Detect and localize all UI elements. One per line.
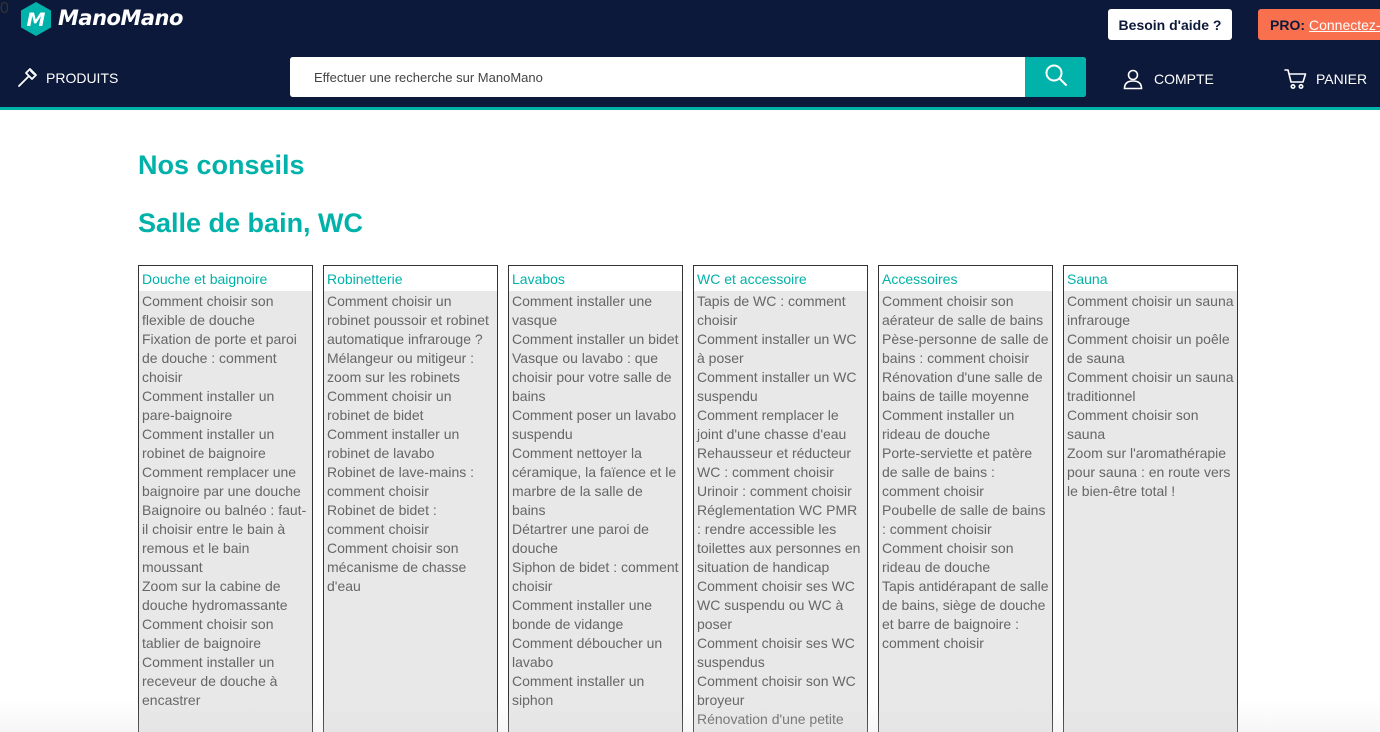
advice-link[interactable]: Tapis antidérapant de salle de bains, si… [882, 577, 1049, 653]
advice-link[interactable]: Comment installer un bidet [512, 330, 679, 349]
advice-link[interactable]: Comment choisir son sauna [1067, 406, 1234, 444]
advice-link[interactable]: Rénovation d'une salle de bains de taill… [882, 368, 1049, 406]
column-title-link[interactable]: WC et accessoire [694, 266, 867, 291]
advice-link[interactable]: Comment installer un rideau de douche [882, 406, 1049, 444]
advice-link[interactable]: Comment choisir son tablier de baignoire [142, 615, 309, 653]
manomano-logo-icon: M [18, 1, 54, 37]
advice-link[interactable]: Comment installer une vasque [512, 292, 679, 330]
column-title-link[interactable]: Sauna [1064, 266, 1237, 291]
brand-name: ManoMano [58, 6, 183, 30]
advice-link[interactable]: Tapis de WC : comment choisir [697, 292, 864, 330]
advice-link[interactable]: Robinet de bidet : comment choisir [327, 501, 494, 539]
column-title-link[interactable]: Douche et baignoire [139, 266, 312, 291]
advice-column: Douche et baignoire Comment choisir son f… [138, 265, 313, 732]
advice-link[interactable]: Comment choisir un robinet poussoir et r… [327, 292, 494, 349]
search-bar [290, 57, 1086, 97]
brand-logo[interactable]: M ManoMano [18, 0, 183, 38]
advice-list: Comment choisir son aérateur de salle de… [879, 291, 1052, 653]
pro-login-link[interactable]: Connectez-vous [1309, 17, 1380, 33]
search-input[interactable] [290, 57, 1025, 97]
column-title-link[interactable]: Lavabos [509, 266, 682, 291]
advice-link[interactable]: Comment choisir son WC broyeur [697, 672, 864, 710]
advice-link[interactable]: Mélangeur ou mitigeur : zoom sur les rob… [327, 349, 494, 387]
cart-count-badge: 0 [0, 0, 9, 17]
advice-list: Comment installer une vasque Comment inst… [509, 291, 682, 710]
advice-link[interactable]: Comment installer un pare-baignoire [142, 387, 309, 425]
advice-link[interactable]: Porte-serviette et patère de salle de ba… [882, 444, 1049, 501]
hammer-icon [16, 67, 38, 89]
advice-link[interactable]: Comment installer un WC à poser [697, 330, 864, 368]
advice-link[interactable]: Robinet de lave-mains : comment choisir [327, 463, 494, 501]
account-label: COMPTE [1154, 71, 1214, 87]
advice-column: WC et accessoire Tapis de WC : comment ch… [693, 265, 868, 732]
advice-link[interactable]: Comment installer un robinet de lavabo [327, 425, 494, 463]
top-navigation-bar: M ManoMano Besoin d'aide ? PRO: Connecte… [0, 0, 1380, 110]
section-title: Salle de bain, WC [138, 208, 364, 238]
advice-link[interactable]: Comment nettoyer la céramique, la faïenc… [512, 444, 679, 520]
pro-login-button[interactable]: PRO: Connectez-vous [1258, 9, 1380, 40]
advice-link[interactable]: Réglementation WC PMR : rendre accessibl… [697, 501, 864, 577]
advice-link[interactable]: Comment choisir un robinet de bidet [327, 387, 494, 425]
advice-list: Comment choisir son flexible de douche Fi… [139, 291, 312, 710]
account-button[interactable]: COMPTE [1122, 68, 1214, 90]
column-title-link[interactable]: Robinetterie [324, 266, 497, 291]
products-menu-button[interactable]: PRODUITS [16, 66, 118, 90]
advice-link[interactable]: Comment choisir un sauna infrarouge [1067, 292, 1234, 330]
advice-link[interactable]: Comment choisir un sauna traditionnel [1067, 368, 1234, 406]
column-title-link[interactable]: Accessoires [879, 266, 1052, 291]
advice-link[interactable]: Fixation de porte et paroi de douche : c… [142, 330, 309, 387]
advice-link[interactable]: Comment remplacer le joint d'une chasse … [697, 406, 864, 444]
advice-column: Robinetterie Comment choisir un robinet p… [323, 265, 498, 732]
advice-link[interactable]: Comment installer un receveur de douche … [142, 653, 309, 710]
user-icon [1122, 68, 1144, 90]
help-button[interactable]: Besoin d'aide ? [1108, 9, 1232, 40]
svg-text:M: M [27, 9, 46, 31]
advice-link[interactable]: Détartrer une paroi de douche [512, 520, 679, 558]
advice-column: Sauna Comment choisir un sauna infrarouge… [1063, 265, 1238, 732]
advice-link[interactable]: Rénovation d'une petite [697, 710, 864, 729]
advice-link[interactable]: Vasque ou lavabo : que choisir pour votr… [512, 349, 679, 406]
advice-link[interactable]: Rehausseur et réducteur WC : comment cho… [697, 444, 864, 482]
cart-button[interactable]: PANIER [1284, 68, 1367, 90]
advice-link[interactable]: Comment choisir ses WC suspendus [697, 634, 864, 672]
search-button[interactable] [1025, 57, 1086, 97]
advice-link[interactable]: Comment choisir un poêle de sauna [1067, 330, 1234, 368]
advice-list: Comment choisir un robinet poussoir et r… [324, 291, 497, 596]
advice-link[interactable]: Poubelle de salle de bains : comment cho… [882, 501, 1049, 539]
page-title: Nos conseils [138, 150, 305, 180]
advice-link[interactable]: Siphon de bidet : comment choisir [512, 558, 679, 596]
advice-link[interactable]: Zoom sur l'aromathérapie pour sauna : en… [1067, 444, 1234, 501]
advice-link[interactable]: Comment déboucher un lavabo [512, 634, 679, 672]
advice-link[interactable]: Comment poser un lavabo suspendu [512, 406, 679, 444]
advice-link[interactable]: Comment installer un siphon [512, 672, 679, 710]
advice-link[interactable]: Comment choisir ses WC WC suspendu ou WC… [697, 577, 864, 634]
advice-link[interactable]: Comment installer une bonde de vidange [512, 596, 679, 634]
advice-link[interactable]: Baignoire ou balnéo : faut-il choisir en… [142, 501, 309, 577]
search-icon [1044, 63, 1068, 92]
products-label: PRODUITS [46, 70, 119, 86]
cart-icon [1284, 68, 1308, 90]
advice-link[interactable]: Comment installer un WC suspendu [697, 368, 864, 406]
advice-link[interactable]: Comment choisir son mécanisme de chasse … [327, 539, 494, 596]
advice-link[interactable]: Comment choisir son flexible de douche [142, 292, 309, 330]
advice-link[interactable]: Comment choisir son aérateur de salle de… [882, 292, 1049, 330]
cart-label: PANIER [1316, 71, 1368, 87]
advice-link[interactable]: Comment remplacer une baignoire par une … [142, 463, 309, 501]
advice-link[interactable]: Pèse-personne de salle de bains : commen… [882, 330, 1049, 368]
advice-list: Tapis de WC : comment choisir Comment ins… [694, 291, 867, 729]
advice-column: Accessoires Comment choisir son aérateur … [878, 265, 1053, 732]
pro-label: PRO: [1270, 16, 1305, 33]
advice-link[interactable]: Zoom sur la cabine de douche hydromassan… [142, 577, 309, 615]
advice-link[interactable]: Comment choisir son rideau de douche [882, 539, 1049, 577]
advice-link[interactable]: Urinoir : comment choisir [697, 482, 864, 501]
advice-list: Comment choisir un sauna infrarouge Comme… [1064, 291, 1237, 501]
advice-link[interactable]: Comment installer un robinet de baignoir… [142, 425, 309, 463]
advice-column: Lavabos Comment installer une vasque Comme… [508, 265, 683, 732]
